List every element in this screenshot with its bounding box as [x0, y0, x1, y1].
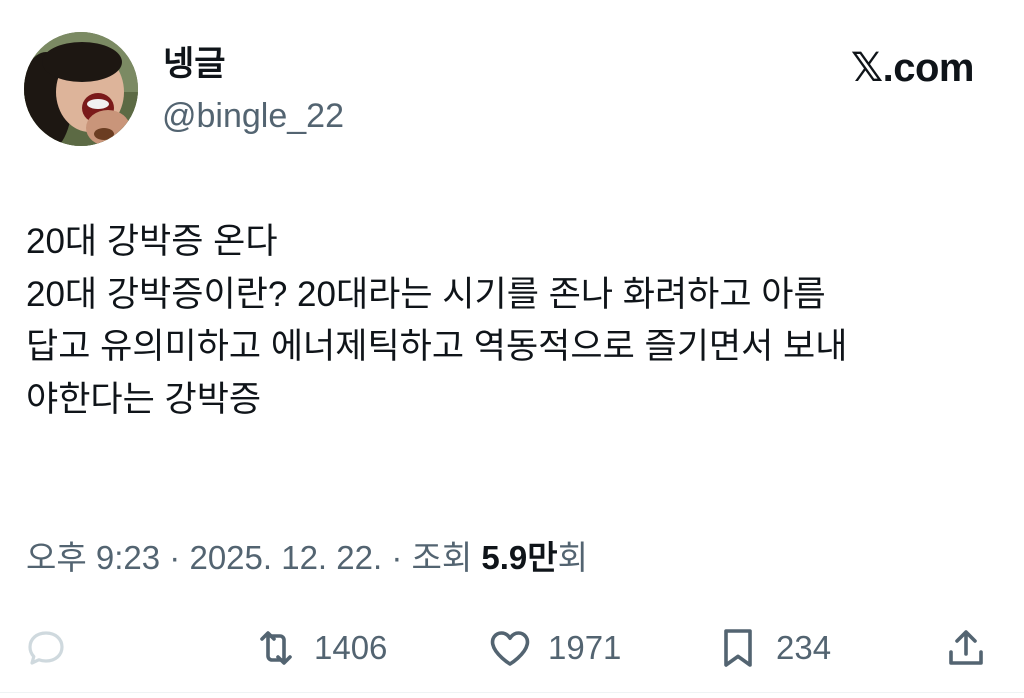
action-bar: 1406 1971 234 [0, 620, 1024, 676]
retweet-icon [260, 631, 292, 665]
share-button[interactable] [942, 620, 1004, 676]
retweet-button[interactable]: 1406 [252, 620, 387, 676]
meta-separator: · [169, 539, 181, 576]
tweet-meta: 오후 9:23 · 2025. 12. 22. · 조회 5.9만회 [26, 536, 588, 580]
reply-icon [28, 631, 64, 665]
bookmark-count: 234 [776, 629, 832, 666]
reply-button[interactable] [22, 620, 84, 676]
views-count: 5.9만 [481, 539, 558, 576]
tweet-text-line: 20대 강박증이란? 20대라는 시기를 존나 화려하고 아름 [26, 274, 826, 314]
tweet-date[interactable]: 2025. 12. 22. [189, 539, 382, 576]
x-logo-icon: 𝕏 [850, 45, 883, 91]
tweet-text: 20대 강박증 온다 20대 강박증이란? 20대라는 시기를 존나 화려하고 … [26, 216, 1001, 426]
heart-icon [490, 631, 530, 666]
tweet-time[interactable]: 오후 9:23 [26, 539, 160, 576]
meta-separator: · [391, 539, 403, 576]
like-button[interactable]: 1971 [486, 620, 621, 676]
views-suffix: 회 [557, 539, 589, 576]
avatar-image [24, 32, 138, 146]
views-label: 조회 [411, 539, 473, 576]
author-display-name[interactable]: 넹글 [163, 44, 226, 84]
tweet-text-line: 20대 강박증 온다 [26, 222, 278, 261]
retweet-count: 1406 [314, 629, 388, 666]
share-icon [949, 630, 983, 665]
tweet-text-line: 야한다는 강박증 [26, 379, 262, 419]
avatar[interactable] [24, 32, 138, 146]
like-count: 1971 [548, 629, 622, 666]
tweet-text-line: 답고 유의미하고 에너제틱하고 역동적으로 즐기면서 보내 [26, 327, 848, 366]
x-com-logo: 𝕏.com [850, 44, 975, 92]
brand-domain: .com [882, 46, 975, 90]
author-handle[interactable]: @bingle_22 [162, 96, 344, 136]
bottom-divider [0, 692, 1024, 693]
bookmark-icon [724, 629, 752, 667]
bookmark-button[interactable]: 234 [714, 620, 831, 676]
